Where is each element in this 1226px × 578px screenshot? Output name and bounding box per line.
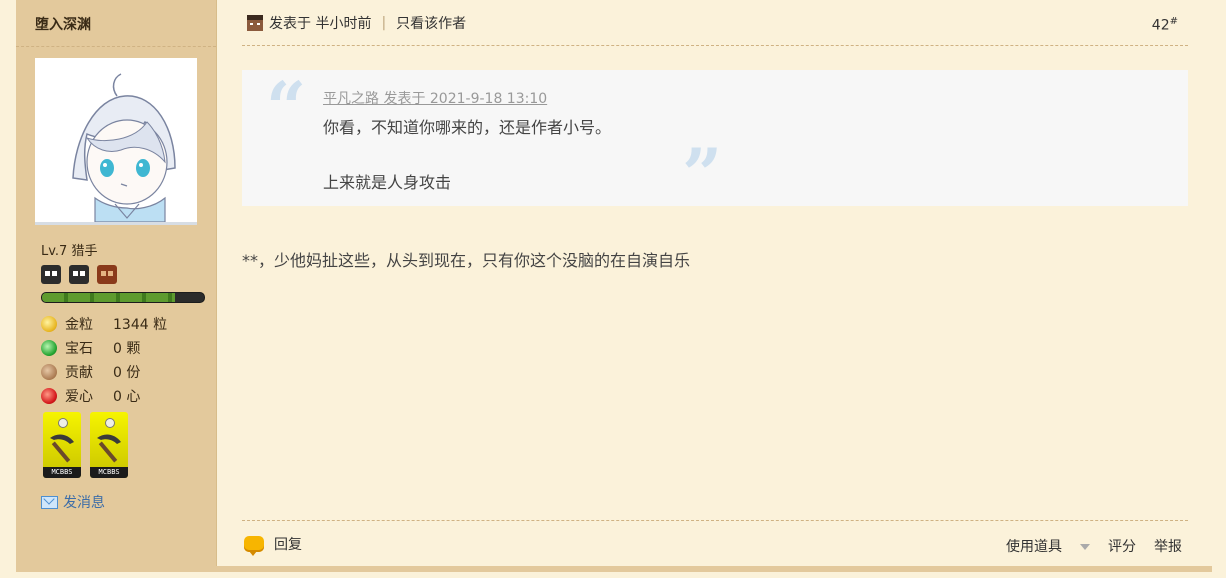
level-icons: [41, 265, 120, 285]
report-button[interactable]: 举报: [1154, 536, 1182, 556]
floor-number-value: 42: [1151, 17, 1170, 34]
gold-nugget-icon: [41, 316, 57, 332]
post-main: 发表于 半小时前 | 只看该作者 42# “ 平凡之路 发表于 2021-9-1…: [242, 0, 1188, 570]
author-sidebar: 堕入深渊 Lv.7 猎手 金粒 1344 粒 宝石 0 颗 贡献 0 份 爱心 …: [16, 0, 217, 570]
avatar[interactable]: [35, 58, 197, 225]
avatar-image: [35, 58, 197, 222]
rate-button[interactable]: 评分: [1108, 536, 1136, 556]
mcbbs-medal[interactable]: MCBBS: [90, 412, 129, 478]
reply-bubble-icon: [244, 536, 264, 556]
posted-time: 发表于 半小时前: [269, 16, 372, 32]
user-stats: 金粒 1344 粒 宝石 0 颗 贡献 0 份 爱心 0 心: [41, 312, 211, 408]
medal-label: MCBBS: [43, 467, 81, 478]
rank-helmet-icon: [41, 265, 61, 284]
forum-post: 堕入深渊 Lv.7 猎手 金粒 1344 粒 宝石 0 颗 贡献 0 份 爱心 …: [16, 0, 1212, 570]
pickaxe-icon: [97, 434, 122, 463]
stat-value: 0 颗: [113, 341, 141, 357]
mail-icon: [41, 495, 58, 509]
author-name-row: 堕入深渊: [16, 0, 216, 47]
medal-label: MCBBS: [90, 467, 129, 478]
floor-mark: #: [1169, 16, 1178, 27]
rank-helmet-icon: [97, 265, 118, 284]
open-quote-icon: “: [266, 66, 307, 149]
chevron-down-icon: [1080, 544, 1090, 550]
rank-helmet-icon: [69, 265, 90, 284]
post-content: **，少他妈扯这些，从头到现在，只有你这个没脑的在自演自乐: [242, 251, 691, 270]
reply-button[interactable]: 回复: [244, 534, 302, 556]
post-header: 发表于 半小时前 | 只看该作者 42#: [242, 0, 1188, 46]
contribution-icon: [41, 364, 57, 380]
close-quote-icon: ”: [682, 133, 723, 216]
use-item-label: 使用道具: [1006, 539, 1062, 555]
use-item-dropdown[interactable]: 使用道具: [988, 536, 1090, 556]
pickaxe-icon: [50, 434, 74, 463]
quote-block: “ 平凡之路 发表于 2021-9-18 13:10 你看，不知道你哪来的，还是…: [242, 66, 1188, 210]
stat-value: 1344 粒: [113, 317, 168, 333]
reply-label: 回复: [274, 537, 302, 553]
stat-label: 宝石: [65, 341, 93, 357]
floor-number[interactable]: 42#: [1152, 16, 1178, 34]
send-message-link[interactable]: 发消息: [41, 492, 105, 512]
stat-gold: 金粒 1344 粒: [41, 312, 211, 336]
separator: |: [381, 15, 387, 31]
stat-label: 贡献: [65, 365, 93, 381]
online-status-icon: [247, 15, 263, 31]
stat-gem: 宝石 0 颗: [41, 336, 211, 360]
gem-icon: [41, 340, 57, 356]
level-progress-bar: [41, 292, 205, 303]
post-actions: 使用道具 评分 举报: [988, 536, 1182, 556]
stat-contribution: 贡献 0 份: [41, 360, 211, 384]
stat-label: 爱心: [65, 389, 93, 405]
post-meta: 发表于 半小时前 | 只看该作者: [247, 13, 466, 33]
medal-list: MCBBS MCBBS: [43, 412, 132, 482]
post-footer: 回复 使用道具 评分 举报: [242, 520, 1188, 571]
quote-text-line: 上来就是人身攻击: [323, 173, 452, 192]
level-progress-fill: [42, 293, 175, 302]
only-author-link[interactable]: 只看该作者: [396, 13, 466, 33]
send-message-label: 发消息: [63, 495, 105, 511]
quote-source-link[interactable]: 平凡之路 发表于 2021-9-18 13:10: [323, 88, 547, 108]
author-name[interactable]: 堕入深渊: [35, 14, 91, 34]
quote-text-line: 你看，不知道你哪来的，还是作者小号。: [323, 118, 612, 137]
user-level: Lv.7 猎手: [41, 244, 98, 259]
stat-love: 爱心 0 心: [41, 384, 211, 408]
heart-apple-icon: [41, 388, 57, 404]
stat-value: 0 心: [113, 389, 141, 405]
mcbbs-medal[interactable]: MCBBS: [43, 412, 81, 478]
post-bottom-border: [16, 566, 1212, 572]
stat-label: 金粒: [65, 317, 93, 333]
stat-value: 0 份: [113, 365, 141, 381]
